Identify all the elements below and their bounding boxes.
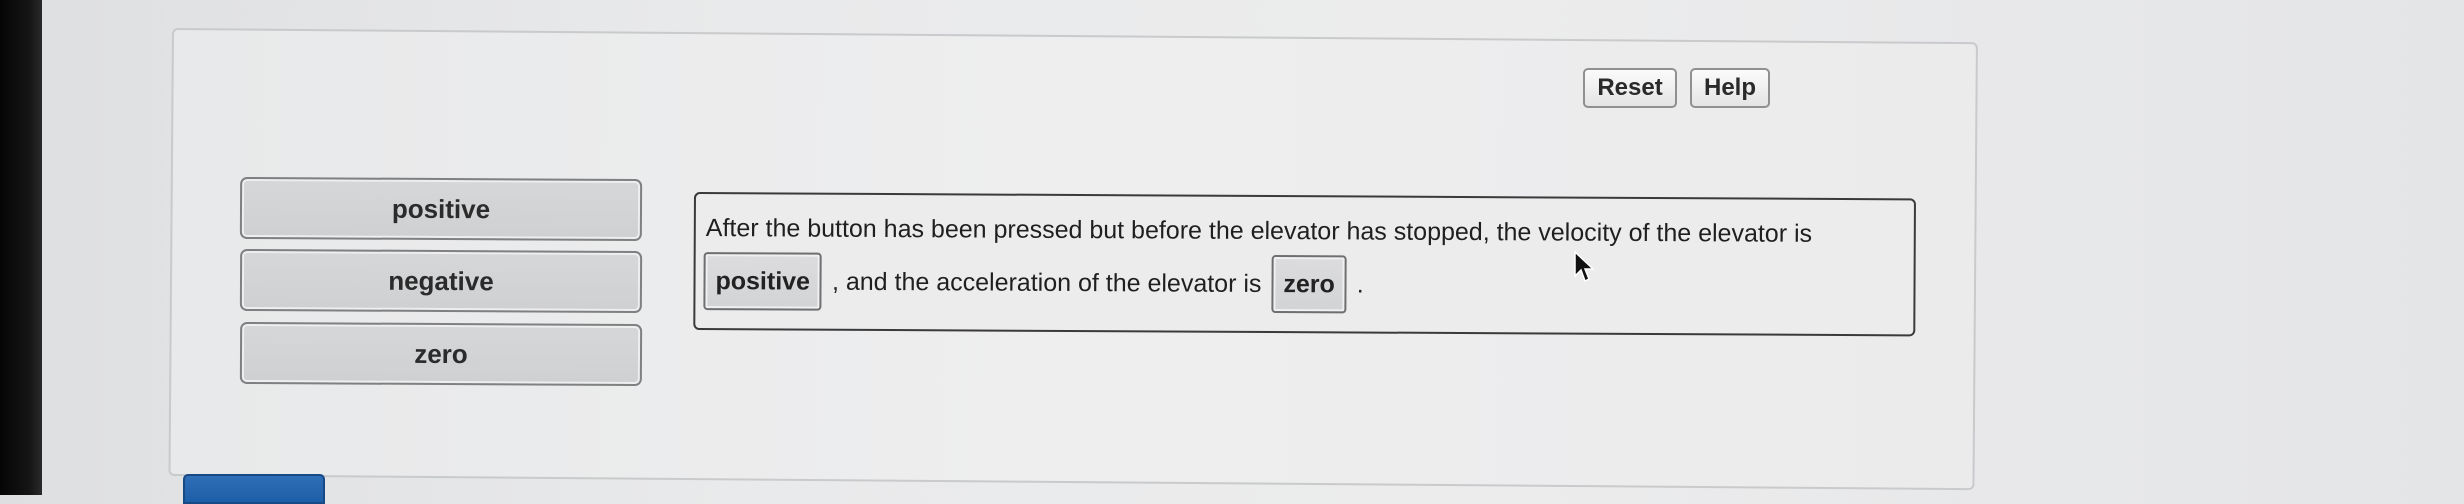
sentence-end-text: . — [1356, 269, 1364, 299]
mouse-pointer-icon — [1574, 250, 1595, 283]
sentence-line-2: positive , and the acceleration of the e… — [703, 252, 1374, 314]
submit-button[interactable] — [183, 474, 325, 504]
help-button[interactable]: Help — [1690, 68, 1770, 108]
choice-positive[interactable]: positive — [239, 176, 643, 242]
screen-bezel — [0, 0, 42, 495]
choice-negative[interactable]: negative — [239, 248, 643, 314]
sentence-line-1: After the button has been pressed but be… — [705, 214, 1813, 248]
reset-button[interactable]: Reset — [1583, 68, 1677, 108]
velocity-drop-target[interactable]: positive — [703, 252, 823, 311]
sentence-middle-text: , and the acceleration of the elevator i… — [831, 267, 1262, 298]
sentence-box: After the button has been pressed but be… — [693, 192, 1916, 337]
choice-zero[interactable]: zero — [239, 321, 643, 387]
acceleration-drop-target[interactable]: zero — [1271, 255, 1348, 314]
